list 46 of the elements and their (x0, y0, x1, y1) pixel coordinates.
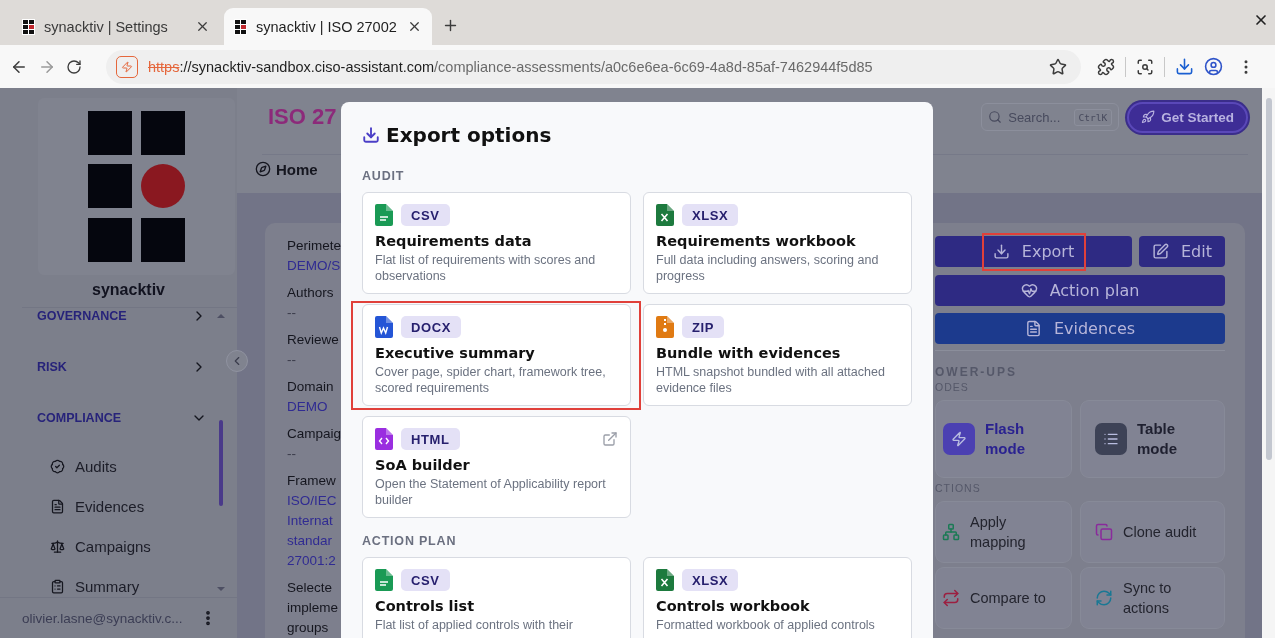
option-description: HTML snapshot bundled with all attached evidence files (656, 364, 886, 396)
format-badge: CSV (401, 204, 450, 226)
section-title: AUDIT (362, 168, 406, 184)
format-badge: XLSX (682, 569, 739, 591)
field-label: Reviewe (287, 331, 340, 349)
option-title: Controls list (375, 597, 476, 615)
mode-label: Table mode (1137, 419, 1178, 459)
field-label: Perimete (287, 237, 342, 255)
mode-label: Flash mode (985, 419, 1026, 459)
field-value: -- (287, 445, 297, 463)
option-description: Flat list of applied controls with their (375, 617, 574, 633)
option-description: Open the Statement of Applicability report builder (375, 476, 607, 508)
field-label: Authors (287, 284, 335, 302)
option-description: Formatted workbook of applied controls (656, 617, 876, 633)
url-text: https://synacktiv-sandbox.ciso-assistant.com/compliance-assessments/a0c6e6ea-6c69-4a8d-85af-7462944f5d85 (148, 58, 874, 75)
option-title: Bundle with evidences (656, 344, 842, 362)
format-badge: CSV (401, 569, 450, 591)
field-label: Campaig (287, 425, 342, 443)
format-badge: ZIP (682, 316, 725, 338)
tab-title: synacktiv | Settings (44, 18, 169, 35)
dialog-title: Export options (386, 123, 552, 147)
action-label: Compare to (970, 589, 1046, 608)
option-description: Flat list of requirements with scores and observations (375, 252, 597, 284)
brand-name: synacktiv (91, 281, 166, 299)
format-badge: HTML (401, 428, 460, 450)
field-label: Framew (287, 472, 337, 490)
section-title: ACTION PLAN (362, 533, 458, 549)
option-description: Cover page, spider chart, framework tree, scored requirements (375, 364, 607, 396)
field-label: Domain (287, 378, 335, 396)
action-label: Sync to actions (1123, 579, 1173, 618)
format-badge: XLSX (682, 204, 739, 226)
option-title: Requirements workbook (656, 232, 857, 250)
option-title: Executive summary (375, 344, 536, 362)
action-label: Clone audit (1123, 523, 1197, 542)
action-label: Apply mapping (970, 513, 1027, 552)
format-badge: DOCX (401, 316, 461, 338)
option-title: Controls workbook (656, 597, 811, 615)
option-title: SoA builder (375, 456, 471, 474)
tab-title: synacktiv | ISO 27002 (256, 18, 398, 35)
page-title: ISO 27 (268, 104, 338, 130)
field-value: -- (287, 351, 297, 369)
field-value: -- (287, 304, 297, 322)
field-label: Selecte impleme groups (287, 579, 339, 637)
option-description: Full data including answers, scoring and progress (656, 252, 880, 284)
option-title: Requirements data (375, 232, 533, 250)
user-email: olivier.lasne@synacktiv.c... (22, 610, 183, 626)
